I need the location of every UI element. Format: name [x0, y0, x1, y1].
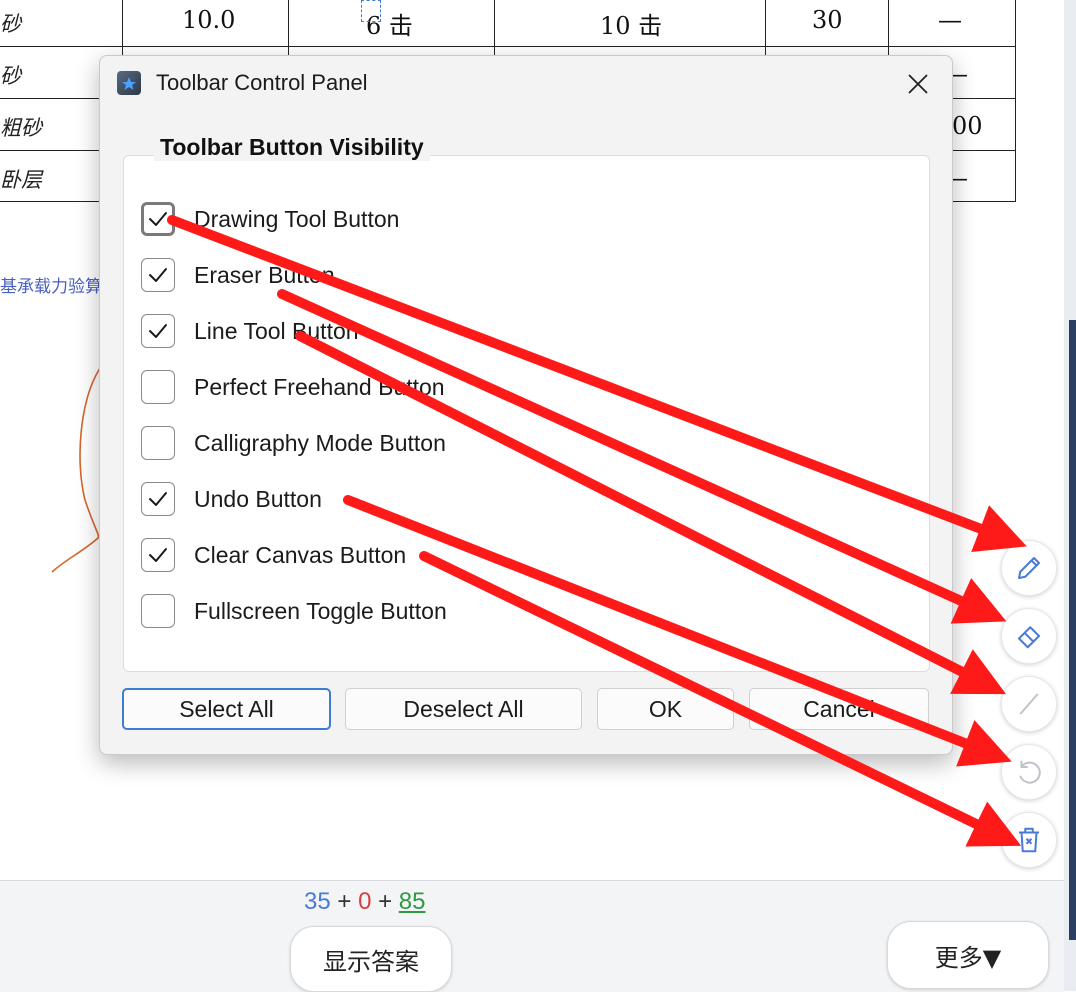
checkbox-line-tool[interactable]: Line Tool Button	[141, 311, 359, 351]
score-readout: 35 + 0 + 85	[304, 888, 425, 916]
score-correct: 35	[304, 888, 331, 915]
checkbox-label: Perfect Freehand Button	[194, 373, 445, 400]
side-panel-edge	[1069, 320, 1076, 940]
checkbox-clear-canvas[interactable]: Clear Canvas Button	[141, 535, 406, 575]
cancel-button[interactable]: Cancel	[749, 688, 929, 730]
score-wrong: 0	[358, 888, 372, 915]
show-answer-button[interactable]: 显示答案	[290, 926, 452, 992]
checkbox[interactable]	[141, 426, 175, 460]
table-cell: 10 击	[600, 12, 663, 40]
checkbox-label: Calligraphy Mode Button	[194, 429, 446, 456]
table-rule	[1015, 0, 1016, 201]
checkmark-icon	[149, 268, 167, 282]
toolbar-pencil-button[interactable]	[1001, 540, 1057, 596]
checkmark-icon	[149, 492, 167, 506]
dialog-titlebar[interactable]: Toolbar Control Panel	[100, 56, 952, 112]
table-row-label: 粗砂	[0, 116, 42, 140]
selection-marker	[361, 0, 381, 22]
checkmark-icon	[149, 212, 167, 226]
score-plus: +	[337, 888, 352, 915]
checkbox[interactable]	[141, 202, 175, 236]
checkbox[interactable]	[141, 258, 175, 292]
toolbar-control-dialog: Toolbar Control Panel Toolbar Button Vis…	[99, 55, 953, 755]
checkbox[interactable]	[141, 594, 175, 628]
table-cell: 10.0	[182, 6, 236, 34]
checkbox-perfect-freehand[interactable]: Perfect Freehand Button	[141, 367, 445, 407]
toolbar-clear-button[interactable]	[1001, 812, 1057, 868]
score-plus: +	[378, 888, 393, 915]
table-cell: 30	[812, 6, 843, 34]
table-cell: 00	[952, 112, 983, 140]
group-title: Toolbar Button Visibility	[154, 134, 430, 161]
checkbox[interactable]	[141, 538, 175, 572]
toolbar-undo-button[interactable]	[1001, 744, 1057, 800]
table-row-label: 砂	[0, 64, 21, 88]
table-row-label: 砂	[0, 12, 21, 36]
checkbox-label: Clear Canvas Button	[194, 541, 407, 568]
checkbox-label: Undo Button	[194, 485, 322, 512]
toolbar-eraser-button[interactable]	[1001, 608, 1057, 664]
table-cell: —	[938, 6, 962, 34]
pencil-icon	[1018, 557, 1040, 579]
more-button[interactable]: 更多▼	[887, 921, 1049, 989]
checkbox-label: Line Tool Button	[194, 317, 359, 344]
checkmark-icon	[149, 548, 167, 562]
table-rule	[0, 46, 1016, 47]
deselect-all-button[interactable]: Deselect All	[345, 688, 582, 730]
checkbox[interactable]	[141, 482, 175, 516]
document-link[interactable]: 基承载力验算	[0, 272, 102, 297]
checkbox-calligraphy-mode[interactable]: Calligraphy Mode Button	[141, 423, 446, 463]
checkbox[interactable]	[141, 370, 175, 404]
checkmark-icon	[149, 324, 167, 338]
checkbox-label: Fullscreen Toggle Button	[194, 597, 447, 624]
undo-icon	[1019, 760, 1041, 784]
select-all-button[interactable]: Select All	[122, 688, 331, 730]
checkbox-drawing-tool[interactable]: Drawing Tool Button	[141, 199, 399, 239]
checkbox-label: Eraser Button	[194, 261, 335, 288]
line-icon	[1019, 693, 1039, 715]
dialog-title: Toolbar Control Panel	[156, 70, 368, 95]
toolbar-line-button[interactable]	[1001, 676, 1057, 732]
table-row-label: 卧层	[0, 168, 42, 192]
close-button[interactable]	[896, 64, 940, 104]
checkbox-label: Drawing Tool Button	[194, 205, 400, 232]
score-remaining[interactable]: 85	[399, 888, 426, 915]
app-icon	[117, 71, 141, 95]
checkbox-fullscreen-toggle[interactable]: Fullscreen Toggle Button	[141, 591, 447, 631]
trash-icon	[1019, 827, 1039, 853]
eraser-icon	[1018, 626, 1040, 649]
checkbox-undo[interactable]: Undo Button	[141, 479, 322, 519]
ok-button[interactable]: OK	[597, 688, 734, 730]
checkbox-eraser[interactable]: Eraser Button	[141, 255, 335, 295]
checkbox[interactable]	[141, 314, 175, 348]
close-icon	[908, 74, 928, 94]
